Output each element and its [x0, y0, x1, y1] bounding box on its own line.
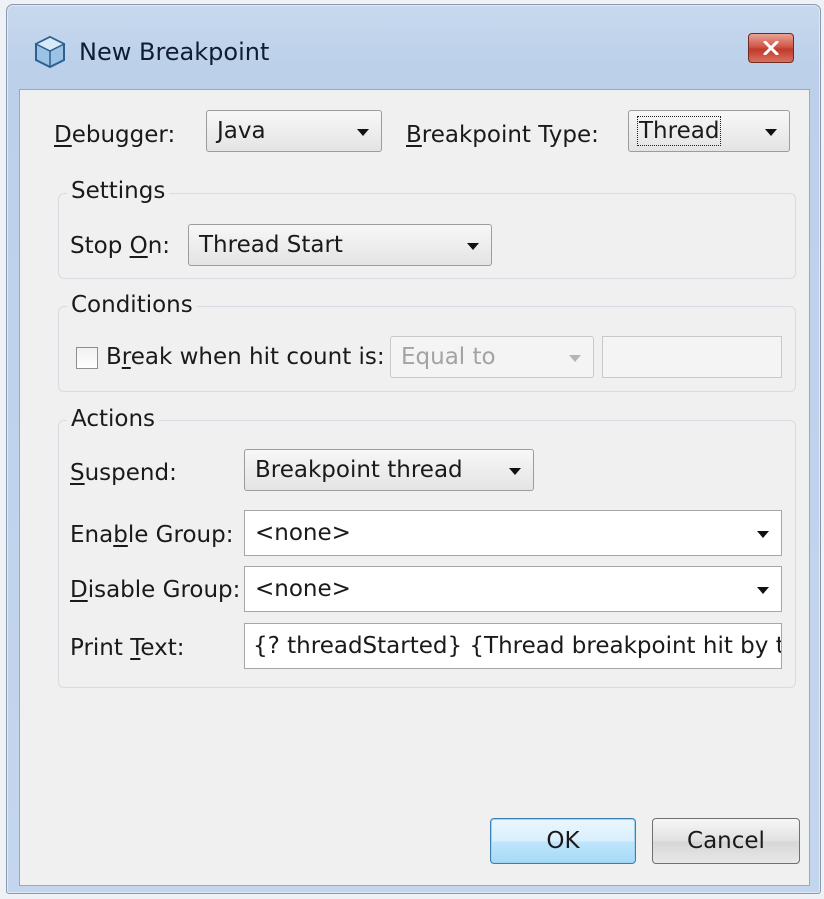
stop-on-value: Thread Start	[199, 232, 343, 258]
cancel-button[interactable]: Cancel	[652, 818, 800, 864]
enable-group-value: <none>	[255, 520, 351, 546]
print-text-input[interactable]: {? threadStarted} {Thread breakpoint hit…	[244, 623, 782, 669]
stop-on-label: Stop On:	[70, 233, 171, 259]
suspend-label: Suspend:	[70, 460, 177, 486]
suspend-select[interactable]: Breakpoint thread	[244, 449, 534, 491]
chevron-down-icon	[569, 355, 581, 362]
disable-group-value: <none>	[255, 576, 351, 602]
chevron-down-icon	[757, 587, 769, 594]
suspend-value: Breakpoint thread	[255, 457, 463, 483]
hit-count-mode-select[interactable]: Equal to	[390, 336, 594, 378]
chevron-down-icon	[757, 531, 769, 538]
settings-legend: Settings	[67, 178, 170, 204]
print-text-label: Print Text:	[70, 635, 185, 661]
conditions-legend: Conditions	[67, 292, 197, 318]
title-bar[interactable]: New Breakpoint	[7, 5, 820, 93]
breakpoint-type-value: Thread	[636, 116, 722, 146]
disable-group-select[interactable]: <none>	[244, 566, 782, 612]
chevron-down-icon	[765, 129, 777, 136]
actions-legend: Actions	[67, 406, 160, 432]
breakpoint-type-select[interactable]: Thread	[628, 110, 790, 152]
breakpoint-type-label: Breakpoint Type:	[406, 122, 599, 148]
dialog-window: New Breakpoint Debugger: Java Breakpoint…	[6, 4, 821, 894]
close-button[interactable]	[748, 33, 794, 63]
debugger-select[interactable]: Java	[206, 110, 382, 152]
break-hit-count-checkbox[interactable]	[76, 347, 98, 369]
enable-group-label: Enable Group:	[70, 522, 234, 548]
disable-group-label: Disable Group:	[70, 577, 241, 603]
break-hit-count-label: Break when hit count is:	[106, 344, 385, 370]
window-title: New Breakpoint	[79, 38, 270, 66]
debugger-label: Debugger:	[54, 122, 176, 148]
ok-button[interactable]: OK	[490, 818, 636, 864]
chevron-down-icon	[509, 468, 521, 475]
hit-count-input[interactable]	[602, 336, 782, 378]
stop-on-select[interactable]: Thread Start	[188, 224, 492, 266]
close-icon	[763, 41, 779, 55]
chevron-down-icon	[357, 129, 369, 136]
chevron-down-icon	[467, 243, 479, 250]
enable-group-select[interactable]: <none>	[244, 510, 782, 556]
debugger-value: Java	[217, 118, 266, 144]
hit-count-mode-value: Equal to	[401, 344, 496, 370]
dialog-content: Debugger: Java Breakpoint Type: Thread S…	[19, 89, 810, 886]
netbeans-cube-icon	[34, 35, 66, 69]
